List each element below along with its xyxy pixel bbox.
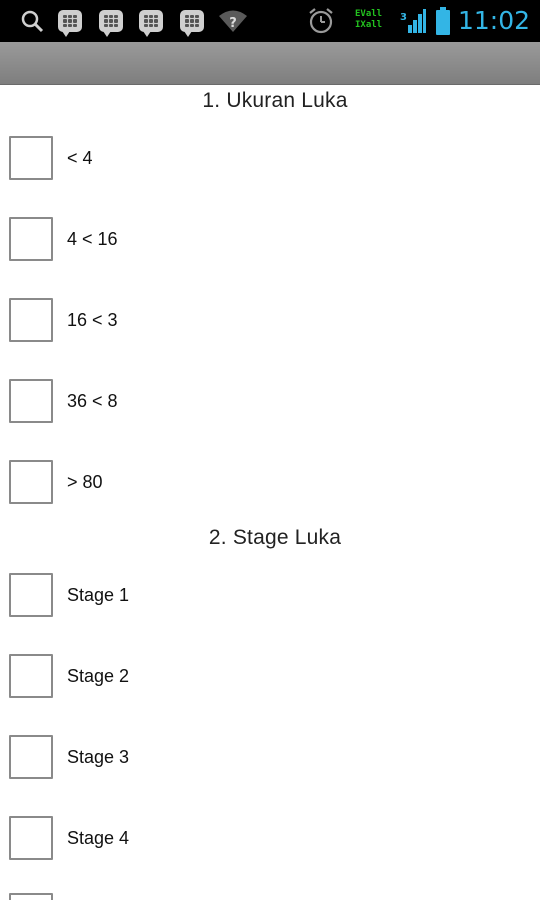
option-ukuran-4-16[interactable]: 4 < 16 — [9, 215, 118, 263]
battery-icon — [435, 7, 451, 35]
status-bar: ? EVall IXall 3 11:02 — [0, 0, 540, 42]
option-label: < 4 — [67, 147, 93, 168]
section-title-stage-luka: 2. Stage Luka — [208, 526, 342, 549]
svg-text:3: 3 — [400, 12, 407, 23]
bbm-icon — [58, 8, 82, 37]
wifi-unknown-icon: ? — [218, 8, 248, 34]
option-ukuran-gt-80[interactable]: > 80 — [9, 458, 118, 506]
option-partial[interactable] — [9, 891, 53, 900]
checkbox[interactable] — [9, 379, 53, 423]
bbm-icon — [180, 8, 204, 37]
option-label: 16 < 36 — [67, 309, 118, 330]
network-indicator: EVall IXall — [355, 9, 383, 30]
option-label: Stage 1 — [67, 584, 130, 605]
form-content: 1. Ukuran Luka < 4 4 < 16 16 < 36 36 < 8… — [0, 85, 540, 900]
option-ukuran-lt-4[interactable]: < 4 — [9, 134, 118, 182]
status-time: 11:02 — [457, 6, 530, 35]
option-stage-3[interactable]: Stage 3 — [9, 733, 147, 781]
bbm-icon — [99, 8, 123, 37]
checkbox[interactable] — [9, 654, 53, 698]
option-label: 36 < 80 — [67, 390, 118, 411]
option-stage-2[interactable]: Stage 2 — [9, 652, 147, 700]
bbm-icon — [139, 8, 163, 37]
option-label: Stage 2 — [67, 665, 130, 686]
checkbox[interactable] — [9, 893, 53, 900]
option-stage-1[interactable]: Stage 1 — [9, 571, 147, 619]
option-label: Stage 3 — [67, 746, 130, 767]
checkbox[interactable] — [9, 460, 53, 504]
option-ukuran-16-36[interactable]: 16 < 36 — [9, 296, 118, 344]
search-icon — [20, 8, 44, 34]
option-label: 4 < 16 — [67, 228, 118, 249]
svg-text:?: ? — [229, 16, 237, 31]
signal-icon: 3 — [400, 8, 426, 34]
option-ukuran-36-80[interactable]: 36 < 80 — [9, 377, 118, 425]
checkbox[interactable] — [9, 298, 53, 342]
checkbox[interactable] — [9, 217, 53, 261]
checkbox[interactable] — [9, 573, 53, 617]
option-stage-4[interactable]: Stage 4 — [9, 814, 147, 862]
alarm-icon — [307, 8, 335, 34]
checkbox[interactable] — [9, 816, 53, 860]
option-label: > 80 — [67, 471, 103, 492]
checkbox[interactable] — [9, 735, 53, 779]
section-title-ukuran-luka: 1. Ukuran Luka — [202, 89, 348, 112]
action-bar — [0, 42, 540, 85]
checkbox[interactable] — [9, 136, 53, 180]
option-label: Stage 4 — [67, 827, 130, 848]
